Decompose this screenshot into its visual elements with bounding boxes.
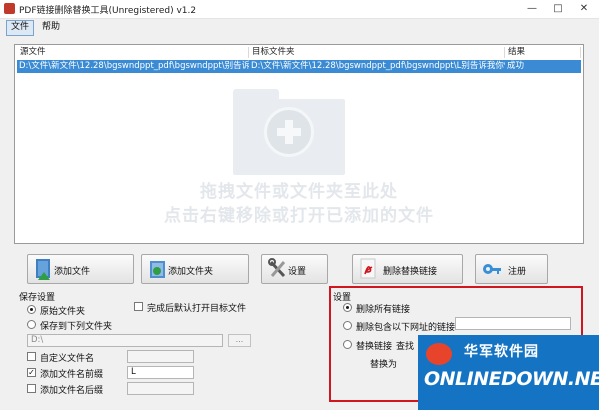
custom-filename-checkbox[interactable]: [27, 352, 36, 361]
radio-delete-containing-label: 删除包含以下网址的链接: [356, 323, 456, 333]
add-folder-icon: [150, 261, 165, 278]
tools-icon: [268, 258, 286, 278]
settings-button[interactable]: 设置: [261, 254, 328, 284]
pdf-icon: [360, 258, 376, 279]
menu-help[interactable]: 帮助: [38, 20, 64, 34]
cell-result: 成功: [507, 61, 525, 71]
close-button[interactable]: ✕: [571, 1, 597, 17]
cell-source: D:\文件\新文件\12.28\bgswndppt_pdf\bgswndppt\…: [19, 61, 249, 71]
file-list-panel[interactable]: 源文件 目标文件夹 结果 D:\文件\新文件\12.28\bgswndppt_p…: [14, 44, 584, 244]
key-icon: [483, 264, 501, 274]
settings-group-label: 设置: [333, 293, 352, 303]
title-bar: PDF链接删除替换工具(Unregistered) v1.2 — □ ✕: [0, 0, 599, 19]
radio-delete-containing[interactable]: [343, 321, 352, 330]
open-after-checkbox[interactable]: [134, 302, 143, 311]
add-prefix-label: 添加文件名前缀: [40, 370, 104, 380]
settings-label: 设置: [288, 267, 307, 277]
maximize-button[interactable]: □: [545, 1, 571, 17]
add-folder-button[interactable]: 添加文件夹: [141, 254, 249, 284]
suffix-field[interactable]: [127, 382, 194, 395]
custom-filename-label: 自定义文件名: [40, 354, 95, 364]
url-filter-field[interactable]: [455, 317, 571, 330]
register-label: 注册: [508, 267, 527, 277]
column-header-source[interactable]: 源文件: [17, 47, 249, 58]
add-suffix-checkbox[interactable]: [27, 384, 36, 393]
column-header-target[interactable]: 目标文件夹: [249, 47, 505, 58]
watermark-en-text: ONLINEDOWN.NET: [424, 368, 599, 390]
radio-replace-link-label: 替换链接: [356, 342, 393, 352]
menu-file[interactable]: 文件: [6, 20, 35, 36]
radio-original-folder[interactable]: [27, 305, 36, 314]
add-folder-icon: [233, 89, 345, 175]
prefix-field[interactable]: L: [127, 366, 194, 379]
add-file-icon: [36, 259, 50, 280]
column-header-result[interactable]: 结果: [505, 47, 581, 58]
radio-delete-all[interactable]: [343, 303, 352, 312]
drop-zone[interactable]: 拖拽文件或文件夹至此处 点击右键移除或打开已添加的文件: [15, 85, 583, 243]
globe-icon: [426, 343, 452, 365]
radio-original-folder-label: 原始文件夹: [40, 307, 86, 317]
add-suffix-label: 添加文件名后缀: [40, 386, 104, 396]
minimize-button[interactable]: —: [519, 1, 545, 17]
cell-target: D:\文件\新文件\12.28\bgswndppt_pdf\bgswndppt\…: [251, 61, 505, 71]
add-folder-label: 添加文件夹: [168, 267, 214, 277]
menu-bar: 文件 帮助: [0, 19, 599, 36]
browse-button[interactable]: ...: [228, 334, 251, 347]
open-after-label: 完成后默认打开目标文件: [147, 304, 247, 314]
find-label: 查找: [396, 342, 415, 352]
pdf-app-icon: [4, 3, 15, 14]
delete-replace-label: 删除替换链接: [383, 267, 438, 277]
add-file-label: 添加文件: [54, 267, 91, 277]
window-title: PDF链接删除替换工具(Unregistered) v1.2: [19, 6, 197, 16]
radio-delete-all-label: 删除所有链接: [356, 305, 411, 315]
watermark-cn-text: 华军软件园: [464, 344, 539, 360]
watermark-logo: 华军软件园 ONLINEDOWN.NET: [418, 335, 599, 410]
drop-hint-secondary: 点击右键移除或打开已添加的文件: [164, 206, 434, 226]
radio-save-to-folder-label: 保存到下列文件夹: [40, 322, 113, 332]
register-button[interactable]: 注册: [475, 254, 548, 284]
delete-replace-button[interactable]: 删除替换链接: [352, 254, 463, 284]
radio-save-to-folder[interactable]: [27, 320, 36, 329]
save-settings-label: 保存设置: [19, 293, 56, 303]
custom-filename-field[interactable]: [127, 350, 194, 363]
radio-replace-link[interactable]: [343, 340, 352, 349]
output-path-field[interactable]: D:\: [27, 334, 223, 347]
replace-with-label: 替换为: [370, 360, 398, 370]
add-file-button[interactable]: 添加文件: [27, 254, 134, 284]
add-prefix-checkbox[interactable]: ✓: [27, 368, 36, 377]
table-row[interactable]: D:\文件\新文件\12.28\bgswndppt_pdf\bgswndppt\…: [17, 60, 581, 73]
drop-hint-primary: 拖拽文件或文件夹至此处: [200, 182, 398, 202]
